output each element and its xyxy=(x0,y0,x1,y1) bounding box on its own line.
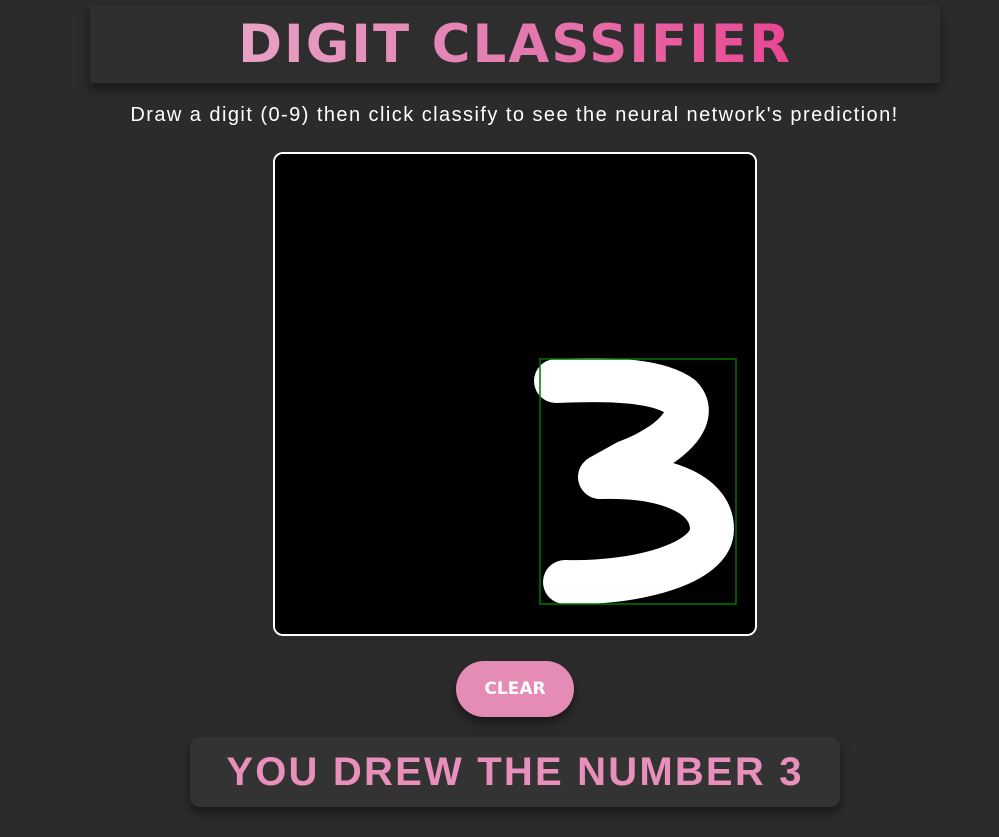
clear-button[interactable]: CLEAR xyxy=(456,661,574,717)
instructions-text: Draw a digit (0-9) then click classify t… xyxy=(130,104,899,126)
header-bar: DIGIT CLASSIFIER xyxy=(90,5,940,83)
drawing-surface[interactable] xyxy=(275,154,755,634)
page-title: DIGIT CLASSIFIER xyxy=(238,13,792,75)
drawing-canvas[interactable] xyxy=(273,152,757,636)
result-panel: YOU DREW THE NUMBER 3 xyxy=(190,737,840,807)
prediction-result: YOU DREW THE NUMBER 3 xyxy=(226,749,804,794)
